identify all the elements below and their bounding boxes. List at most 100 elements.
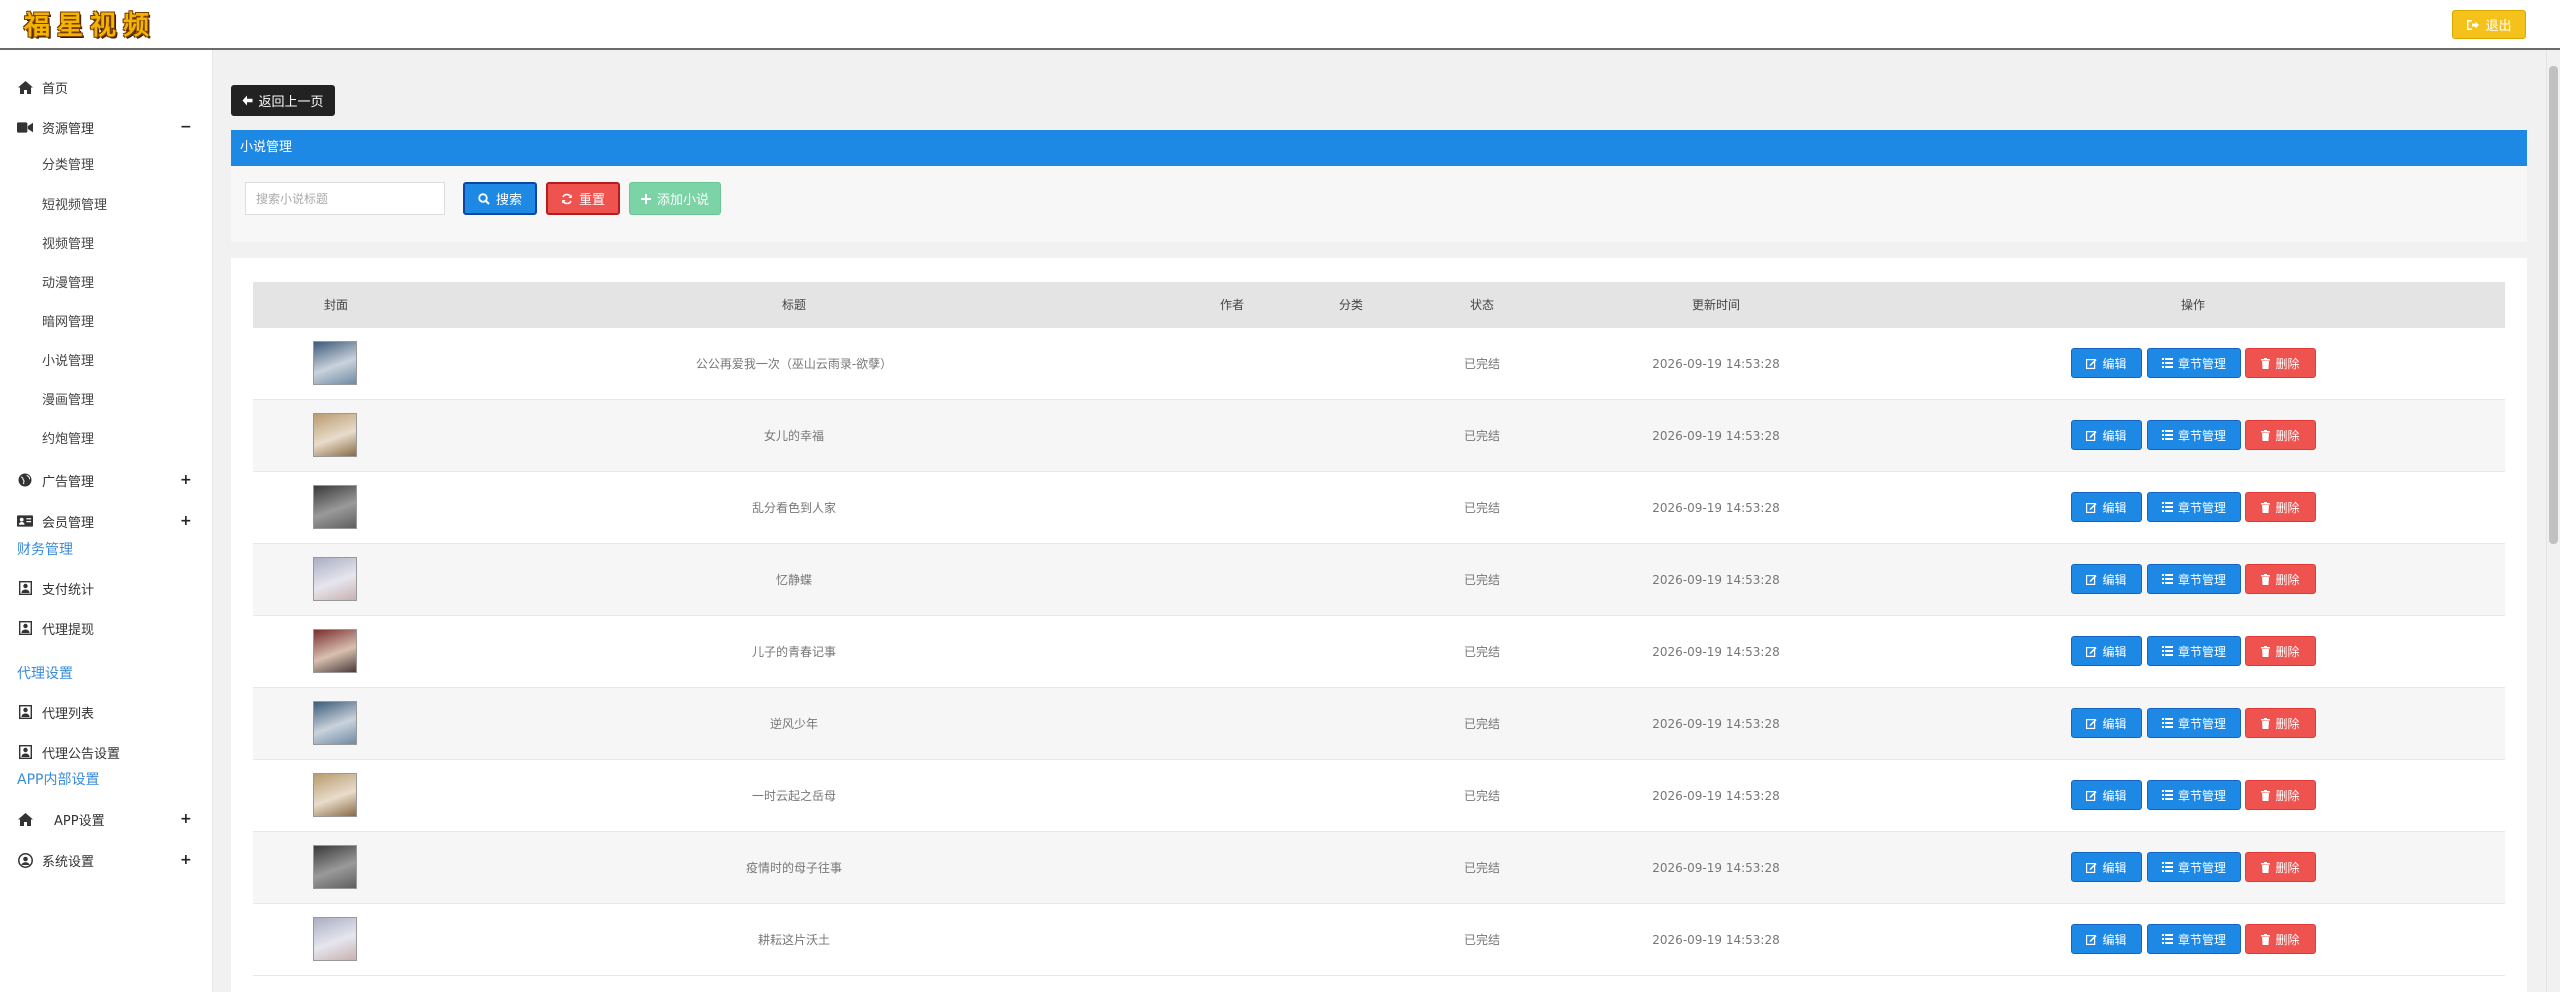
novel-title: 儿子的青春记事 bbox=[751, 645, 837, 659]
sidebar-section-finance[interactable]: 财务管理 bbox=[17, 539, 73, 561]
cover-thumbnail[interactable] bbox=[313, 917, 357, 961]
reset-button[interactable]: 重置 bbox=[546, 182, 620, 215]
novel-title: 乱分看色到人家 bbox=[751, 501, 837, 515]
edit-button[interactable]: 编辑 bbox=[2071, 924, 2142, 954]
video-camera-icon bbox=[17, 119, 33, 135]
sidebar-subitem-anime[interactable]: 动漫管理 bbox=[42, 273, 94, 295]
list-icon bbox=[2161, 718, 2173, 728]
delete-button[interactable]: 删除 bbox=[2245, 564, 2316, 594]
chapter-manage-button[interactable]: 章节管理 bbox=[2147, 348, 2241, 378]
chapter-manage-button[interactable]: 章节管理 bbox=[2147, 492, 2241, 522]
novel-status: 已完结 bbox=[1463, 573, 1501, 587]
delete-button[interactable]: 删除 bbox=[2245, 852, 2316, 882]
sidebar-subitem-comic[interactable]: 漫画管理 bbox=[42, 390, 94, 412]
sidebar-item-home[interactable]: 首页 bbox=[0, 74, 213, 100]
expand-toggle[interactable]: + bbox=[180, 852, 192, 868]
logout-button[interactable]: 退出 bbox=[2452, 10, 2526, 39]
delete-button[interactable]: 删除 bbox=[2245, 780, 2316, 810]
edit-button[interactable]: 编辑 bbox=[2071, 852, 2142, 882]
delete-button[interactable]: 删除 bbox=[2245, 708, 2316, 738]
app-logo[interactable]: 福 星 视 频 bbox=[24, 9, 150, 43]
cover-thumbnail[interactable] bbox=[313, 341, 357, 385]
edit-button[interactable]: 编辑 bbox=[2071, 636, 2142, 666]
search-label: 搜索 bbox=[495, 193, 522, 208]
delete-button[interactable]: 删除 bbox=[2245, 348, 2316, 378]
sidebar-item-agent-list[interactable]: 代理列表 bbox=[0, 699, 213, 725]
chapter-manage-button[interactable]: 章节管理 bbox=[2147, 708, 2241, 738]
trash-icon bbox=[2261, 501, 2271, 513]
search-input[interactable] bbox=[245, 182, 445, 215]
column-header-updated: 更新时间 bbox=[1691, 298, 1741, 312]
refresh-icon bbox=[561, 193, 573, 205]
add-novel-button[interactable]: 添加小说 bbox=[629, 182, 721, 215]
sidebar-section-app-internal[interactable]: APP内部设置 bbox=[17, 769, 99, 791]
novel-title: 耕耘这片沃土 bbox=[757, 933, 831, 947]
chapter-manage-button[interactable]: 章节管理 bbox=[2147, 564, 2241, 594]
edit-icon bbox=[2086, 934, 2098, 945]
edit-label: 编辑 bbox=[2102, 428, 2127, 443]
edit-button[interactable]: 编辑 bbox=[2071, 492, 2142, 522]
edit-button[interactable]: 编辑 bbox=[2071, 420, 2142, 450]
user-circle-icon bbox=[17, 852, 33, 868]
novel-status: 已完结 bbox=[1463, 789, 1501, 803]
sidebar-item-system[interactable]: 系统设置 + bbox=[0, 847, 213, 873]
sidebar-item-members[interactable]: 会员管理 + bbox=[0, 508, 213, 534]
delete-button[interactable]: 删除 bbox=[2245, 492, 2316, 522]
sidebar-subitem-darknet[interactable]: 暗网管理 bbox=[42, 312, 94, 334]
cover-thumbnail[interactable] bbox=[313, 629, 357, 673]
reset-label: 重置 bbox=[578, 193, 605, 208]
collapse-toggle[interactable]: − bbox=[180, 119, 192, 135]
column-header-category: 分类 bbox=[1338, 298, 1364, 312]
chapter-manage-button[interactable]: 章节管理 bbox=[2147, 852, 2241, 882]
user-square-icon bbox=[17, 580, 33, 596]
cover-thumbnail[interactable] bbox=[313, 485, 357, 529]
cover-thumbnail[interactable] bbox=[313, 845, 357, 889]
delete-label: 删除 bbox=[2275, 932, 2300, 947]
novel-updated-time: 2026-09-19 14:53:28 bbox=[1652, 573, 1780, 587]
sidebar-subitem-novel[interactable]: 小说管理 bbox=[42, 351, 94, 373]
expand-toggle[interactable]: + bbox=[180, 472, 192, 488]
cover-thumbnail[interactable] bbox=[313, 413, 357, 457]
sidebar-item-app-settings[interactable]: APP设置 + bbox=[0, 806, 213, 832]
chapter-manage-button[interactable]: 章节管理 bbox=[2147, 636, 2241, 666]
expand-toggle[interactable]: + bbox=[180, 513, 192, 529]
sidebar-item-payment-stats[interactable]: 支付统计 bbox=[0, 575, 213, 601]
chapter-manage-button[interactable]: 章节管理 bbox=[2147, 420, 2241, 450]
sidebar-section-agent[interactable]: 代理设置 bbox=[17, 663, 73, 685]
delete-button[interactable]: 删除 bbox=[2245, 636, 2316, 666]
chapter-manage-button[interactable]: 章节管理 bbox=[2147, 780, 2241, 810]
edit-button[interactable]: 编辑 bbox=[2071, 564, 2142, 594]
novel-updated-time: 2026-09-19 14:53:28 bbox=[1652, 933, 1780, 947]
sidebar-item-ads[interactable]: 广告管理 + bbox=[0, 467, 213, 493]
sidebar-item-agent-withdraw[interactable]: 代理提现 bbox=[0, 615, 213, 641]
scrollbar-thumb[interactable] bbox=[2549, 66, 2558, 544]
edit-icon bbox=[2086, 790, 2098, 801]
chapter-manage-label: 章节管理 bbox=[2177, 572, 2226, 587]
cover-thumbnail[interactable] bbox=[313, 557, 357, 601]
novel-title: 公公再爱我一次（巫山云雨录-欲孽） bbox=[695, 357, 893, 371]
chapter-manage-button[interactable]: 章节管理 bbox=[2147, 924, 2241, 954]
sidebar-subitem-category[interactable]: 分类管理 bbox=[42, 155, 94, 177]
table-row: 儿子的青春记事 已完结 2026-09-19 14:53:28 编辑 章节管理 删除 bbox=[253, 616, 2505, 688]
sidebar-item-agent-notice[interactable]: 代理公告设置 bbox=[0, 739, 213, 765]
edit-button[interactable]: 编辑 bbox=[2071, 780, 2142, 810]
arrow-left-icon bbox=[242, 95, 253, 106]
back-button[interactable]: 返回上一页 bbox=[231, 85, 335, 116]
cover-thumbnail[interactable] bbox=[313, 701, 357, 745]
search-button[interactable]: 搜索 bbox=[463, 182, 537, 215]
edit-label: 编辑 bbox=[2102, 788, 2127, 803]
delete-label: 删除 bbox=[2275, 572, 2300, 587]
sidebar-subitem-video[interactable]: 视频管理 bbox=[42, 234, 94, 256]
edit-button[interactable]: 编辑 bbox=[2071, 348, 2142, 378]
sidebar-subitem-short-video[interactable]: 短视频管理 bbox=[42, 195, 107, 217]
delete-label: 删除 bbox=[2275, 500, 2300, 515]
expand-toggle[interactable]: + bbox=[180, 811, 192, 827]
delete-button[interactable]: 删除 bbox=[2245, 924, 2316, 954]
sidebar-subitem-dating[interactable]: 约炮管理 bbox=[42, 429, 94, 451]
sidebar-item-resource[interactable]: 资源管理 − bbox=[0, 114, 213, 140]
novel-updated-time: 2026-09-19 14:53:28 bbox=[1652, 357, 1780, 371]
delete-button[interactable]: 删除 bbox=[2245, 420, 2316, 450]
cover-thumbnail[interactable] bbox=[313, 773, 357, 817]
edit-button[interactable]: 编辑 bbox=[2071, 708, 2142, 738]
edit-icon bbox=[2086, 718, 2098, 729]
